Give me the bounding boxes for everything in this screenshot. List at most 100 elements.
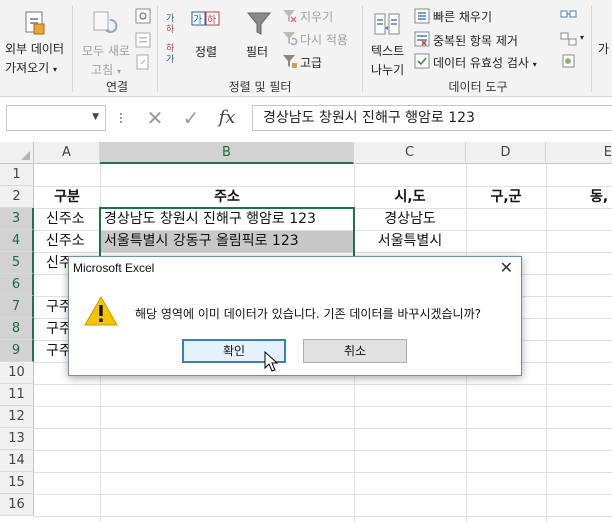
gridline bbox=[34, 494, 612, 495]
name-box-dropdown-icon[interactable]: ▼ bbox=[92, 112, 99, 122]
confirm-entry-icon[interactable]: ✓ bbox=[174, 105, 208, 131]
cell-a4[interactable]: 신주소 bbox=[46, 230, 85, 252]
row-header[interactable]: 6 bbox=[0, 274, 34, 296]
gridline bbox=[34, 450, 612, 451]
external-data-icon bbox=[25, 11, 45, 35]
reapply-icon bbox=[283, 32, 298, 46]
ttc-label-1: 텍스트 bbox=[371, 44, 405, 58]
warning-icon bbox=[84, 295, 118, 326]
row-header[interactable]: 4 bbox=[0, 230, 34, 252]
cell-c4[interactable]: 서울특별시 bbox=[354, 230, 466, 252]
relationships-dropdown-icon[interactable]: ▾ bbox=[580, 33, 584, 42]
cell-a3[interactable]: 신주소 bbox=[46, 208, 85, 230]
cancel-entry-icon[interactable]: ✕ bbox=[138, 105, 172, 131]
close-icon[interactable]: ✕ bbox=[500, 260, 513, 276]
separator bbox=[362, 6, 363, 92]
row-header[interactable]: 2 bbox=[0, 186, 34, 208]
ribbon: 외부 데이터 가져오기 ▾ 모두 새로 고침 ▾ 연결 가 하 하 가 가 하 … bbox=[0, 0, 612, 97]
row-header[interactable]: 10 bbox=[0, 362, 34, 384]
get-external-label-1: 외부 데이터 bbox=[5, 42, 65, 56]
row-header[interactable]: 1 bbox=[0, 164, 34, 186]
name-box[interactable]: ▼ bbox=[6, 105, 106, 131]
text-to-columns-button[interactable]: 텍스트 나누기 bbox=[371, 42, 404, 78]
dialog-title: Microsoft Excel bbox=[73, 261, 155, 275]
refresh-all-button[interactable]: 모두 새로 고침 ▾ bbox=[80, 42, 132, 78]
svg-text:가: 가 bbox=[193, 14, 202, 26]
refresh-label-1: 모두 새로 bbox=[82, 44, 130, 58]
row-header[interactable]: 5 bbox=[0, 252, 34, 274]
remove-duplicates-button[interactable]: 중복된 항목 제거 bbox=[433, 32, 518, 49]
column-header-c[interactable]: C bbox=[354, 142, 466, 164]
what-if-clipped-label: 가 bbox=[598, 42, 610, 56]
column-header-b[interactable]: B bbox=[100, 142, 354, 164]
connections-icon[interactable] bbox=[135, 8, 151, 24]
row-header[interactable]: 9 bbox=[0, 340, 34, 362]
svg-text:가: 가 bbox=[166, 54, 174, 64]
refresh-all-icon bbox=[93, 11, 118, 33]
mouse-cursor-icon bbox=[264, 351, 278, 372]
row-header[interactable]: 13 bbox=[0, 428, 34, 450]
insert-function-icon[interactable]: fx bbox=[210, 105, 244, 131]
row-header[interactable]: 15 bbox=[0, 472, 34, 494]
relationships-icon[interactable] bbox=[560, 31, 578, 47]
edit-links-icon[interactable] bbox=[135, 54, 151, 70]
sort-dialog-icon: 가 하 bbox=[191, 11, 220, 26]
advanced-filter-button[interactable]: 고급 bbox=[300, 54, 322, 71]
formula-tools: ✕ ✓ fx bbox=[138, 105, 244, 131]
sort-filter-group-label: 정렬 및 필터 bbox=[228, 80, 292, 94]
gridline bbox=[34, 428, 612, 429]
connections-group-label: 연결 bbox=[105, 80, 129, 94]
row-header[interactable]: 14 bbox=[0, 450, 34, 472]
separator bbox=[157, 6, 158, 92]
row-header[interactable]: 11 bbox=[0, 384, 34, 406]
column-header-a[interactable]: A bbox=[34, 142, 100, 164]
row-header[interactable]: 16 bbox=[0, 494, 34, 516]
remove-duplicates-icon bbox=[414, 31, 430, 47]
flash-fill-button[interactable]: 빠른 채우기 bbox=[433, 8, 492, 25]
formula-bar-row: ▼ ✕ ✓ fx 경상남도 창원시 진해구 행암로 123 bbox=[0, 97, 612, 142]
text-to-columns-icon bbox=[374, 13, 400, 35]
manage-data-model-icon[interactable] bbox=[560, 53, 578, 69]
cell-a2[interactable]: 구분 bbox=[34, 186, 100, 208]
formula-bar-grip[interactable] bbox=[119, 111, 123, 125]
sort-button[interactable]: 정렬 bbox=[195, 43, 217, 60]
reapply-button[interactable]: 다시 적용 bbox=[300, 31, 348, 48]
row-header[interactable]: 12 bbox=[0, 406, 34, 428]
svg-text:하: 하 bbox=[207, 13, 216, 26]
dialog-body: 해당 영역에 이미 데이터가 있습니다. 기존 데이터를 바꾸시겠습니까? 확인… bbox=[69, 281, 521, 375]
svg-text:가: 가 bbox=[166, 13, 174, 24]
properties-icon[interactable] bbox=[135, 32, 151, 48]
column-header-e[interactable]: E bbox=[546, 142, 612, 164]
cell-c3[interactable]: 경상남도 bbox=[354, 208, 466, 230]
sort-asc-icon[interactable]: 가 하 bbox=[165, 12, 183, 34]
cell-d2[interactable]: 구,군 bbox=[466, 186, 546, 208]
row-header[interactable]: 7 bbox=[0, 296, 34, 318]
svg-text:하: 하 bbox=[166, 24, 175, 34]
row-header[interactable]: 3 bbox=[0, 208, 34, 230]
dialog-message: 해당 영역에 이미 데이터가 있습니다. 기존 데이터를 바꾸시겠습니까? bbox=[135, 307, 482, 321]
select-all-corner[interactable] bbox=[0, 142, 34, 164]
filter-icon bbox=[246, 12, 272, 35]
advanced-filter-icon bbox=[283, 55, 297, 68]
cell-c2[interactable]: 시,도 bbox=[354, 186, 466, 208]
gridline bbox=[34, 516, 612, 517]
cell-e2[interactable]: 동, bbox=[590, 186, 612, 208]
svg-text:하: 하 bbox=[166, 43, 175, 54]
sort-desc-icon[interactable]: 하 가 bbox=[165, 42, 183, 64]
gridline bbox=[34, 472, 612, 473]
gridline bbox=[34, 406, 612, 407]
cancel-button[interactable]: 취소 bbox=[303, 339, 407, 363]
filter-button[interactable]: 필터 bbox=[246, 43, 268, 60]
cell-b2[interactable]: 주소 bbox=[100, 186, 354, 208]
clear-filter-button[interactable]: 지우기 bbox=[300, 8, 333, 25]
separator bbox=[72, 6, 73, 92]
column-header-d[interactable]: D bbox=[466, 142, 546, 164]
consolidate-icon[interactable] bbox=[560, 8, 578, 24]
flash-fill-icon bbox=[414, 8, 430, 24]
data-validation-button[interactable]: 데이터 유효성 검사 ▾ bbox=[433, 54, 537, 71]
clear-filter-icon bbox=[283, 10, 297, 23]
get-external-data-button[interactable]: 외부 데이터 가져오기 ▾ bbox=[5, 40, 64, 76]
row-header[interactable]: 8 bbox=[0, 318, 34, 340]
data-tools-group-label: 데이터 도구 bbox=[448, 80, 508, 94]
formula-input[interactable]: 경상남도 창원시 진해구 행암로 123 bbox=[252, 105, 612, 131]
